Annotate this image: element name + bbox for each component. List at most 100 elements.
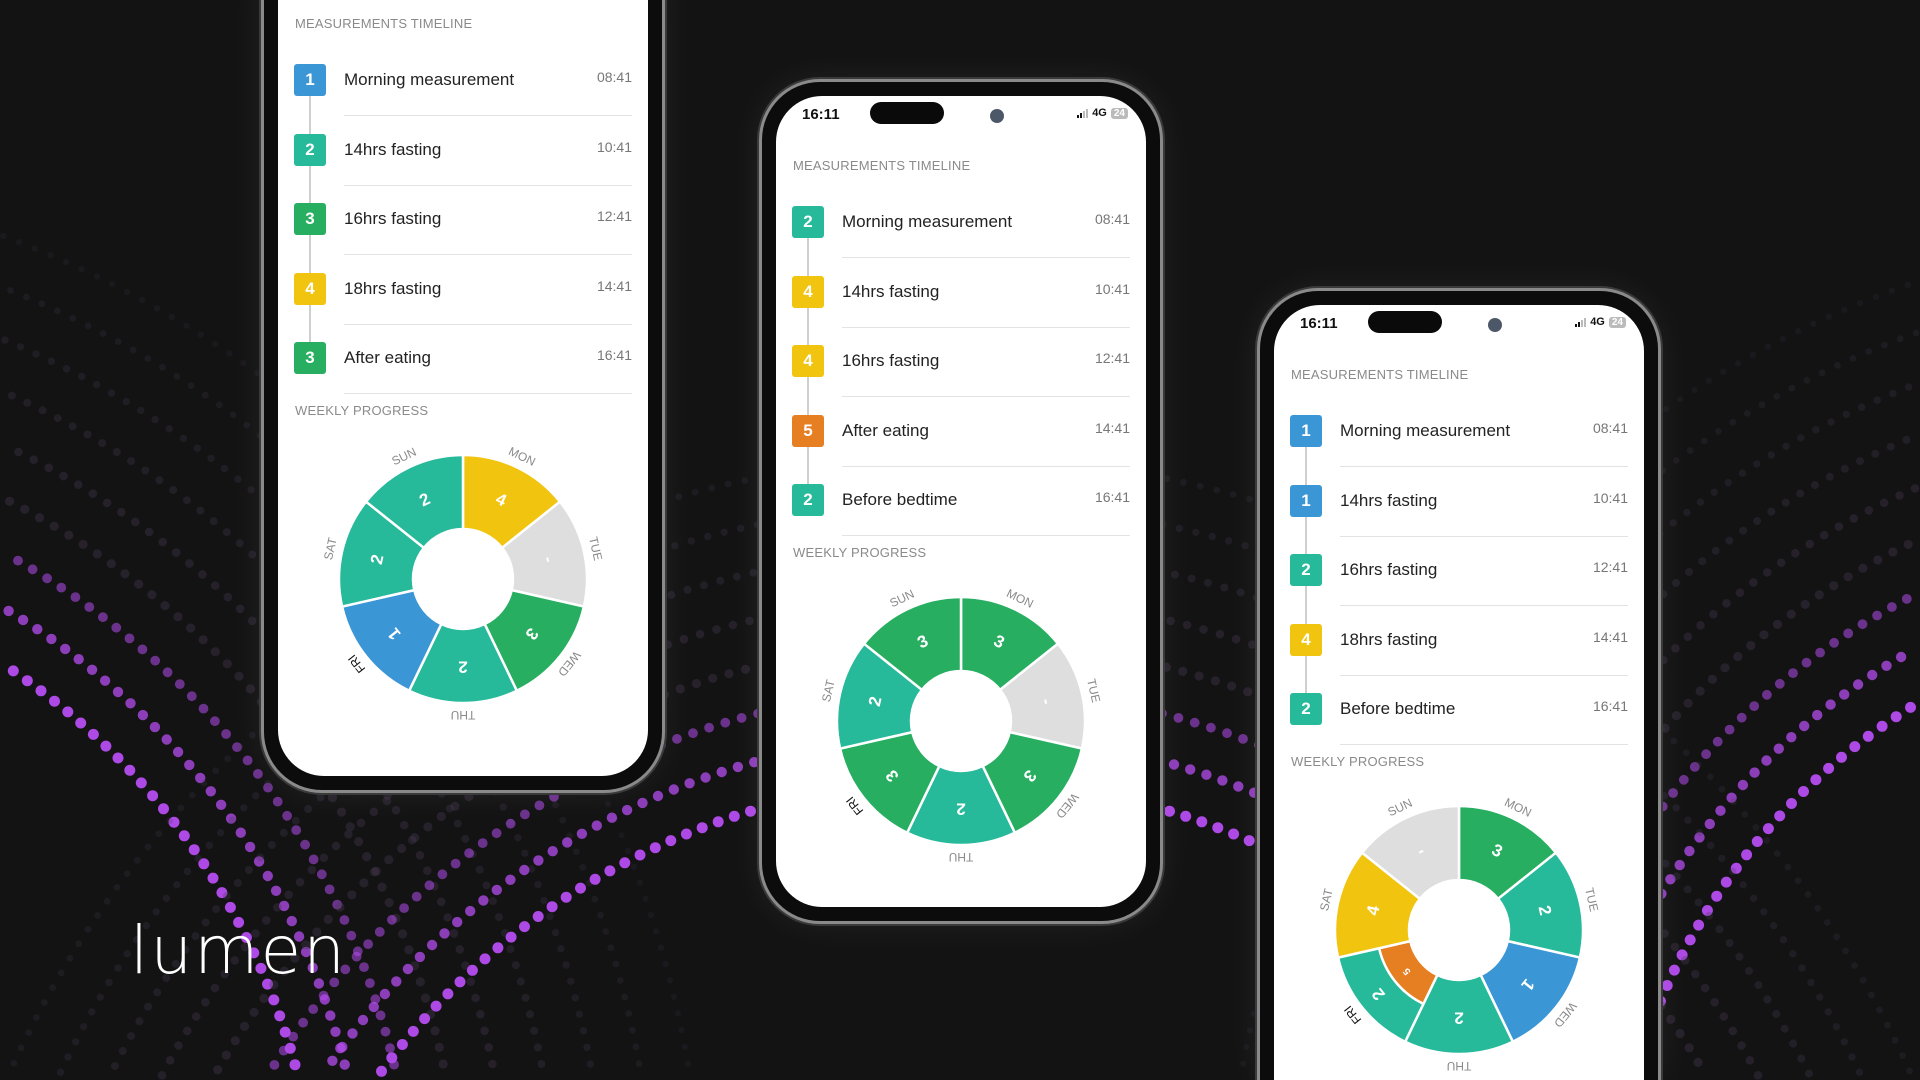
day-label: TUE [586, 535, 605, 562]
signal-icon [1575, 317, 1587, 327]
value-badge: 1 [1290, 484, 1322, 517]
phone-screen: MEASUREMENTS TIMELINE 1 Morning measurem… [278, 0, 648, 776]
status-time: 16:11 [1300, 315, 1338, 332]
row-divider [344, 184, 632, 186]
row-title: Morning measurement [842, 212, 1013, 231]
timeline-row[interactable]: 1 14hrs fasting 10:41 [1290, 481, 1628, 537]
row-time: 12:41 [596, 208, 632, 224]
timeline-row[interactable]: 4 14hrs fasting 10:41 [792, 272, 1130, 328]
weekly-progress-label: WEEKLY PROGRESS [793, 545, 927, 560]
row-title: 18hrs fasting [1340, 629, 1438, 649]
battery-icon: 24 [1608, 316, 1626, 328]
value-badge: 2 [294, 133, 326, 166]
camera-dot [1488, 318, 1502, 332]
row-divider [344, 115, 632, 116]
row-divider [344, 254, 632, 255]
row-title: After eating [344, 348, 431, 367]
value-badge: 4 [792, 275, 824, 308]
dynamic-island [870, 102, 944, 124]
row-time: 16:41 [1592, 698, 1628, 714]
day-value: 2 [1454, 1009, 1463, 1028]
day-label: THU [1447, 1059, 1472, 1073]
timeline-row[interactable]: 2 14hrs fasting 10:41 [294, 130, 632, 186]
value-badge: 1 [294, 64, 326, 96]
signal-icon [1077, 108, 1089, 118]
row-title: 14hrs fasting [842, 281, 940, 301]
timeline-row[interactable]: 2 Before bedtime 16:41 [792, 480, 1130, 536]
row-title: 14hrs fasting [1340, 490, 1438, 510]
row-time: 08:41 [1592, 420, 1628, 436]
phone-mockup: 16:11 4G 24 MEASUREMENTS TIMELINE 1 Morning… [1260, 291, 1658, 1080]
row-divider [842, 535, 1130, 536]
value-badge: 1 [1290, 415, 1322, 447]
value-badge: 4 [294, 272, 326, 305]
dynamic-island [1368, 311, 1442, 333]
row-title: Before bedtime [842, 490, 958, 509]
timeline-label: MEASUREMENTS TIMELINE [793, 158, 971, 173]
phone-screen: 16:11 4G 24 MEASUREMENTS TIMELINE 2 Morning… [776, 96, 1146, 907]
row-title: 14hrs fasting [344, 139, 442, 159]
row-time: 10:41 [1592, 489, 1628, 506]
row-time: 08:41 [1094, 211, 1130, 227]
row-time: 12:41 [1094, 350, 1130, 366]
value-badge: 2 [1290, 554, 1322, 586]
weekly-progress-donut: 4MON- TUE3WED2THU1FRI2SAT2SUN [321, 444, 605, 722]
phone-screen: 16:11 4G 24 MEASUREMENTS TIMELINE 1 Morning… [1274, 305, 1644, 1080]
row-divider [344, 393, 632, 394]
row-title: Morning measurement [344, 70, 515, 89]
day-value: 2 [458, 658, 467, 677]
timeline-row[interactable]: 3 After eating 16:41 [294, 338, 632, 394]
value-badge: 4 [1290, 623, 1322, 656]
value-badge: 3 [294, 203, 326, 235]
row-divider [842, 257, 1130, 258]
row-time: 10:41 [1094, 280, 1130, 297]
day-label: THU [451, 708, 476, 722]
value-badge: 3 [294, 342, 326, 374]
timeline-row[interactable]: 2 16hrs fasting 12:41 [1290, 550, 1628, 606]
timeline-row[interactable]: 2 Morning measurement 08:41 [792, 202, 1130, 258]
row-title: 16hrs fasting [842, 351, 940, 370]
timeline-row[interactable]: 4 18hrs fasting 14:41 [1290, 620, 1628, 676]
timeline-row[interactable]: 4 16hrs fasting 12:41 [792, 341, 1130, 397]
value-badge: 2 [792, 484, 824, 516]
row-time: 16:41 [596, 347, 632, 363]
battery-icon: 24 [1110, 107, 1128, 119]
day-value: 2 [956, 800, 965, 819]
row-title: Morning measurement [1340, 421, 1511, 440]
day-label: TUE [1084, 677, 1103, 704]
row-title: After eating [842, 420, 929, 440]
value-badge: 2 [1290, 693, 1322, 725]
row-title: 16hrs fasting [1340, 560, 1438, 579]
row-divider [1340, 605, 1628, 606]
weekly-progress-donut: 3MON- TUE3WED2THU3FRI2SAT3SUN [819, 586, 1103, 864]
value-badge: 5 [792, 414, 824, 447]
value-badge: 2 [792, 206, 824, 238]
timeline-row[interactable]: 4 18hrs fasting 14:41 [294, 269, 632, 325]
row-time: 12:41 [1592, 559, 1628, 575]
day-label: TUE [1582, 886, 1601, 913]
row-divider [842, 465, 1130, 467]
day-label: SAT [321, 536, 340, 562]
weekly-progress-label: WEEKLY PROGRESS [295, 403, 429, 418]
day-label: SAT [819, 678, 838, 704]
timeline-row[interactable]: 1 Morning measurement 08:41 [1290, 411, 1628, 467]
row-divider [1340, 674, 1628, 676]
weekly-progress-label: WEEKLY PROGRESS [1291, 754, 1425, 769]
timeline-label: MEASUREMENTS TIMELINE [1291, 367, 1469, 382]
row-divider [344, 323, 632, 325]
timeline-row[interactable]: 5 After eating 14:41 [792, 411, 1130, 467]
row-title: 18hrs fasting [344, 278, 442, 298]
network-type: 4G [1590, 316, 1605, 328]
row-time: 10:41 [596, 138, 632, 155]
row-divider [842, 326, 1130, 328]
row-divider [1340, 466, 1628, 467]
row-divider [1340, 535, 1628, 537]
timeline-row[interactable]: 1 Morning measurement 08:41 [294, 60, 632, 116]
status-icons: 4G 24 [1575, 316, 1626, 328]
timeline-row[interactable]: 3 16hrs fasting 12:41 [294, 199, 632, 255]
timeline-row[interactable]: 2 Before bedtime 16:41 [1290, 689, 1628, 745]
weekly-progress-donut: 3MON2 TUE1WED2THU52FRI4SAT-SUN [1317, 795, 1601, 1073]
day-label: THU [949, 850, 974, 864]
row-title: Before bedtime [1340, 699, 1456, 718]
row-divider [1340, 744, 1628, 745]
